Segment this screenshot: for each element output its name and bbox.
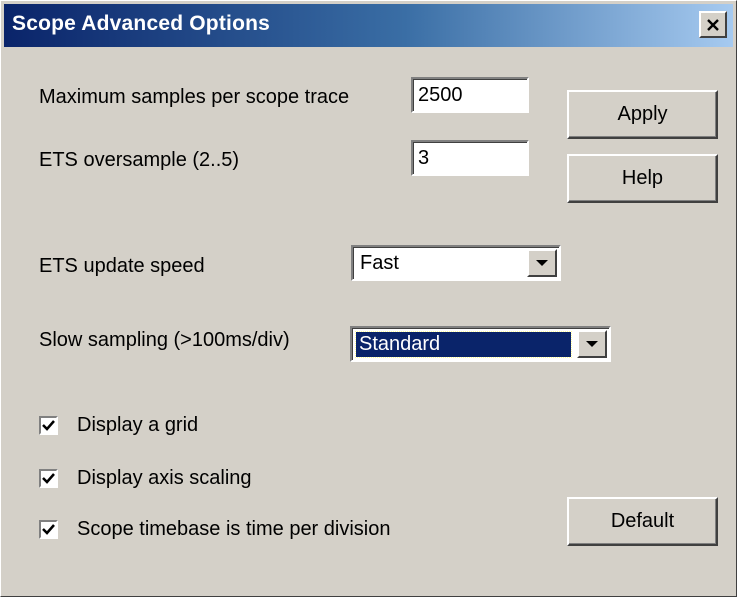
ets-update-speed-dropdown-button[interactable] [527,249,557,277]
checkmark-icon [42,473,55,484]
display-axis-scaling-label: Display axis scaling [77,467,252,489]
display-grid-checkbox[interactable] [39,416,58,435]
default-button[interactable]: Default [567,497,718,546]
apply-button[interactable]: Apply [567,90,718,139]
title-bar: Scope Advanced Options [4,4,733,47]
ets-update-speed-select[interactable]: Fast [351,245,561,281]
checkmark-icon [42,420,55,431]
ets-update-speed-value: Fast [360,252,399,274]
timebase-label: Scope timebase is time per division [77,518,391,540]
ets-oversample-label: ETS oversample (2..5) [39,149,240,171]
timebase-checkbox[interactable] [39,520,58,539]
ets-oversample-input[interactable]: 3 [411,140,529,176]
checkmark-icon [42,524,55,535]
display-grid-label: Display a grid [77,414,199,436]
slow-sampling-dropdown-button[interactable] [577,330,607,358]
window-title: Scope Advanced Options [12,12,270,35]
slow-sampling-select[interactable]: Standard [350,326,611,362]
slow-sampling-value: Standard [355,331,572,358]
chevron-down-icon [586,341,598,347]
scope-advanced-options-dialog: Scope Advanced Options Maximum samples p… [0,0,737,597]
close-button[interactable] [699,11,727,38]
ets-update-speed-label: ETS update speed [39,255,205,277]
max-samples-input[interactable]: 2500 [411,77,529,113]
max-samples-label: Maximum samples per scope trace [39,86,350,108]
help-button[interactable]: Help [567,154,718,203]
display-axis-scaling-checkbox[interactable] [39,469,58,488]
chevron-down-icon [536,260,548,266]
close-icon [707,18,719,31]
slow-sampling-label: Slow sampling (>100ms/div) [39,329,290,351]
